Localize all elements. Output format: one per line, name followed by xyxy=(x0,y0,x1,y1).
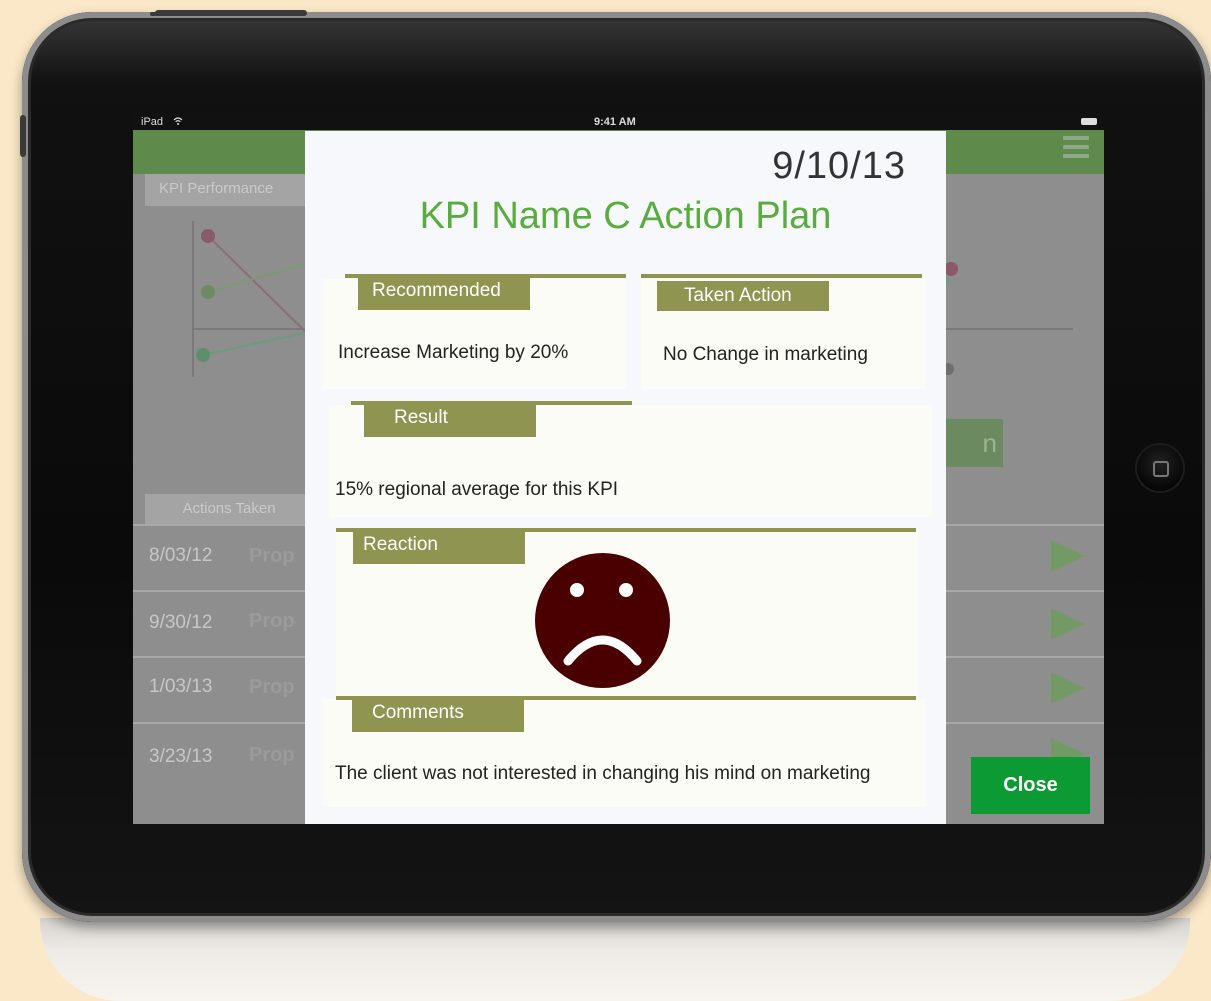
status-bar: iPad 9:41 AM xyxy=(133,114,1104,130)
taken-action-label: Taken Action xyxy=(657,281,829,311)
volume-button xyxy=(20,115,26,157)
action-date: 8/03/12 xyxy=(149,545,213,566)
play-arrow-icon xyxy=(1051,672,1085,704)
plan-date: 9/10/13 xyxy=(772,145,906,187)
background-button: n xyxy=(941,419,1003,467)
chart-point xyxy=(944,262,958,276)
comments-text: The client was not interested in changin… xyxy=(335,763,871,784)
chart-point xyxy=(201,229,215,243)
action-label: Prop xyxy=(249,610,295,632)
recommended-label: Recommended xyxy=(358,276,530,310)
play-arrow-icon xyxy=(1051,540,1085,572)
close-button[interactable]: Close xyxy=(971,757,1090,814)
chart-point xyxy=(201,285,215,299)
device-reflection xyxy=(40,918,1190,1001)
result-label: Result xyxy=(364,403,536,437)
action-date: 1/03/13 xyxy=(149,676,213,697)
reaction-label: Reaction xyxy=(353,530,525,564)
action-label: Prop xyxy=(249,676,295,698)
menu-icon[interactable] xyxy=(1063,136,1089,162)
taken-action-divider xyxy=(641,274,922,278)
action-date: 3/23/13 xyxy=(149,746,213,767)
action-plan-modal: 9/10/13 KPI Name C Action Plan Recommend… xyxy=(305,131,946,824)
play-arrow-icon xyxy=(1051,608,1085,640)
battery-icon xyxy=(1081,118,1097,125)
action-label: Prop xyxy=(249,545,295,567)
wifi-icon xyxy=(173,117,183,125)
recommended-text: Increase Marketing by 20% xyxy=(338,342,569,363)
action-label: Prop xyxy=(249,744,295,766)
actions-taken-tab: Actions Taken xyxy=(145,494,313,524)
modal-title: KPI Name C Action Plan xyxy=(419,195,832,237)
ipad-screen: iPad 9:41 AM KPI Performance n Actions T… xyxy=(133,114,1104,824)
result-text: 15% regional average for this KPI xyxy=(335,479,619,500)
taken-action-text: No Change in marketing xyxy=(663,344,868,365)
carrier-label: iPad xyxy=(141,116,164,128)
kpi-performance-tab: KPI Performance xyxy=(145,174,313,206)
action-date: 9/30/12 xyxy=(149,612,213,633)
sad-face-icon xyxy=(535,553,670,688)
clock: 9:41 AM xyxy=(594,116,636,128)
home-button-icon xyxy=(1153,461,1169,477)
chart-point xyxy=(196,348,210,362)
comments-label: Comments xyxy=(352,698,524,732)
sleep-button xyxy=(155,10,307,16)
